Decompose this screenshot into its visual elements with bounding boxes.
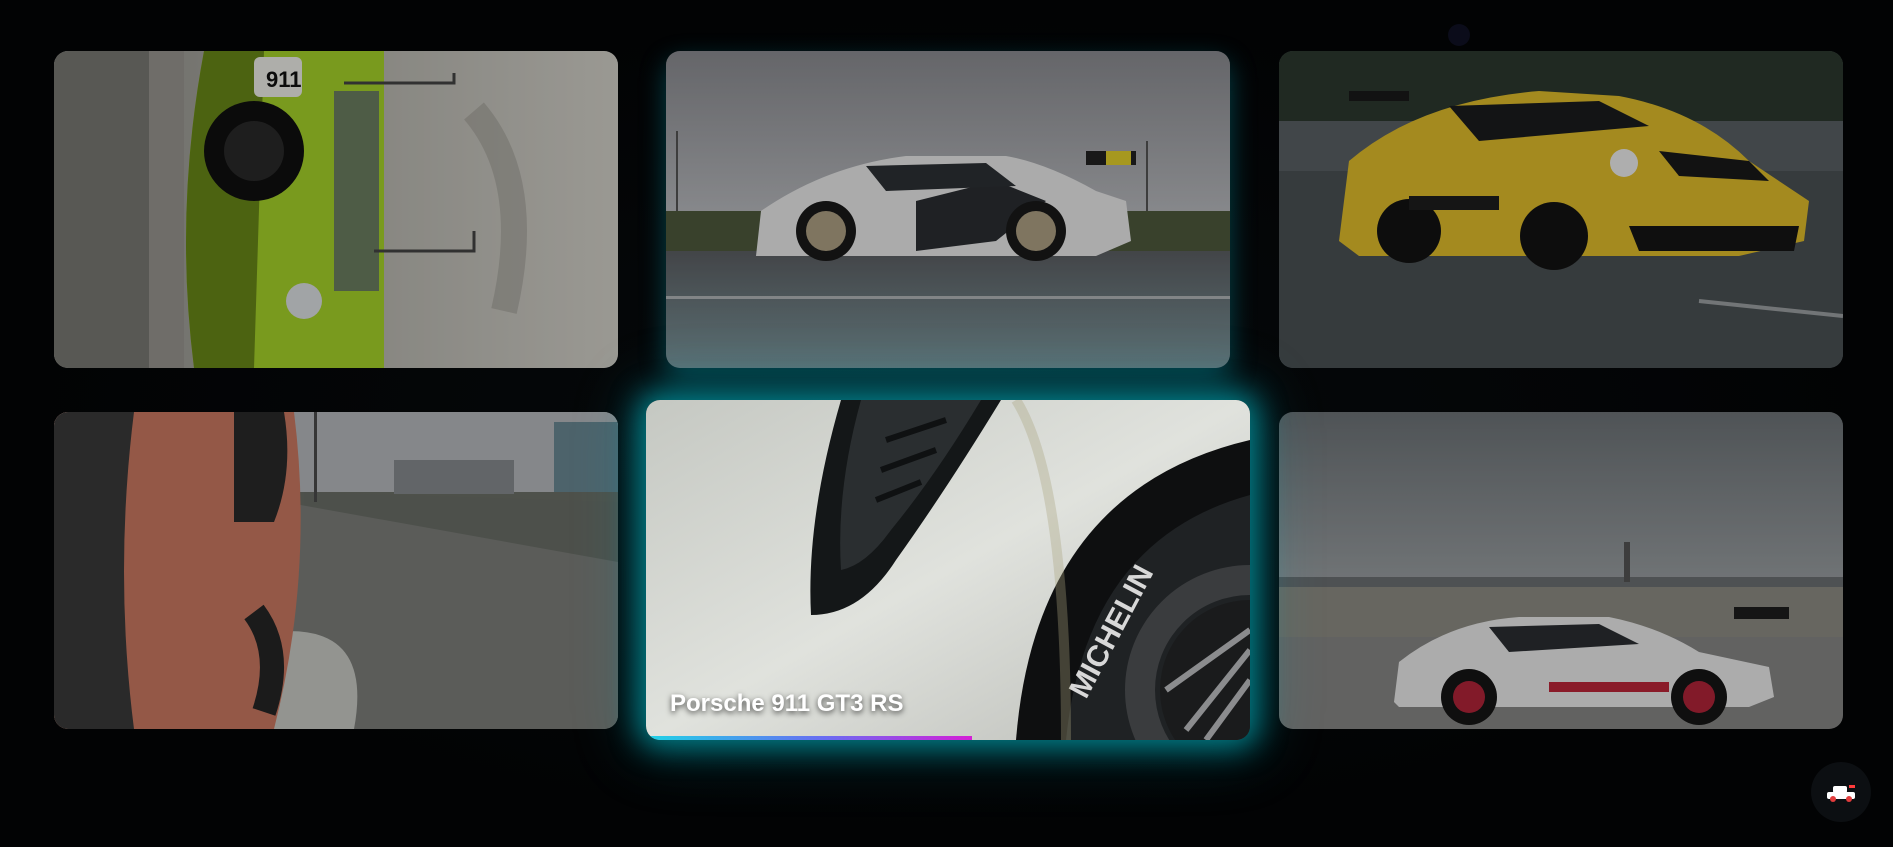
video-card-3[interactable] (1279, 51, 1843, 368)
card-dim-overlay (1279, 51, 1843, 368)
car-fab-button[interactable] (1811, 762, 1871, 822)
car-icon (1827, 785, 1855, 802)
card-dim-overlay (54, 51, 618, 368)
card-dim-overlay (666, 51, 1230, 368)
video-card-1[interactable]: 911 (54, 51, 618, 368)
video-card-6[interactable] (1279, 412, 1843, 729)
video-progress-fill (646, 736, 973, 740)
video-card-active[interactable]: MICHELIN Porsche 911 GT3 RS (646, 400, 1250, 740)
video-progress-bar[interactable] (646, 736, 1250, 740)
video-title: Porsche 911 GT3 RS (670, 690, 904, 717)
gt3-rs-wheel-closeup-thumbnail: MICHELIN (646, 400, 1250, 740)
video-card-2[interactable] (666, 51, 1230, 368)
video-card-4[interactable] (54, 412, 618, 729)
card-dim-overlay (1279, 412, 1843, 729)
card-dim-overlay (54, 412, 618, 729)
decorative-dot (1448, 24, 1470, 46)
video-gallery: 911 MICHELIN Porsche 911 GT3 RS (0, 0, 1893, 847)
